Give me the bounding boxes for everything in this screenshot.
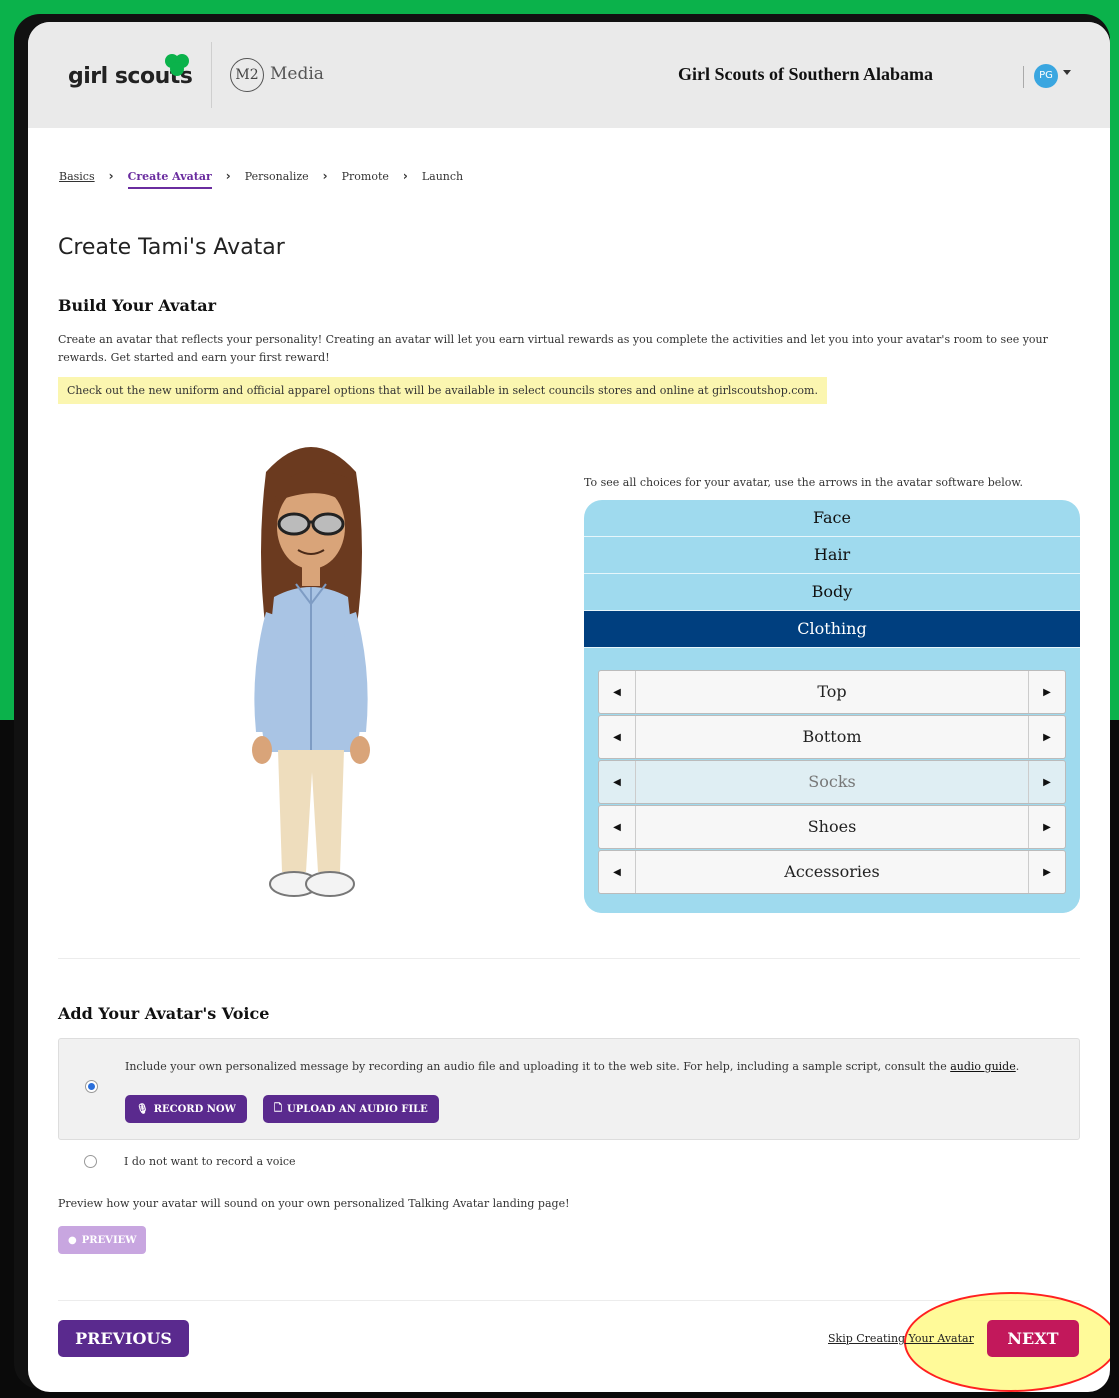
option-row-top: ◀ Top ▶ — [598, 670, 1066, 714]
period: . — [1015, 1060, 1020, 1073]
arrow-right-icon[interactable]: ▶ — [1028, 851, 1065, 893]
tab-face[interactable]: Face — [584, 500, 1080, 537]
avatar-picker: Face Hair Body Clothing ◀ Top ▶ ◀ Bottom… — [584, 500, 1080, 913]
breadcrumb-basics[interactable]: Basics — [59, 170, 95, 183]
option-label: Bottom — [802, 727, 862, 746]
option-row-shoes: ◀ Shoes ▶ — [598, 805, 1066, 849]
arrow-left-icon[interactable]: ◀ — [599, 761, 636, 803]
no-voice-label: I do not want to record a voice — [124, 1155, 296, 1168]
preview-button[interactable]: ● PREVIEW — [58, 1226, 147, 1254]
breadcrumb-create-avatar[interactable]: Create Avatar — [127, 170, 212, 189]
arrow-left-icon[interactable]: ◀ — [599, 806, 636, 848]
top-bar: girl scouts M2 Media Girl Scouts of Sout… — [28, 22, 1110, 128]
trefoil-icon — [165, 54, 189, 76]
option-label: Top — [817, 682, 847, 701]
tab-hair[interactable]: Hair — [584, 537, 1080, 574]
user-avatar[interactable]: PG — [1034, 64, 1058, 88]
chevron-right-icon: › — [322, 169, 328, 183]
skip-avatar-link[interactable]: Skip Creating Your Avatar — [828, 1332, 974, 1345]
record-now-button[interactable]: 🎙 RECORD NOW — [125, 1095, 247, 1123]
council-name: Girl Scouts of Southern Alabama — [678, 64, 934, 84]
tab-clothing[interactable]: Clothing — [584, 611, 1080, 648]
upload-audio-label: UPLOAD AN AUDIO FILE — [287, 1103, 428, 1115]
page-title: Create Tami's Avatar — [58, 235, 285, 260]
m2-logo-text: Media — [270, 64, 324, 84]
breadcrumb: Basics › Create Avatar › Personalize › P… — [59, 169, 477, 189]
breadcrumb-personalize[interactable]: Personalize — [245, 170, 309, 183]
chevron-right-icon: › — [225, 169, 231, 183]
preview-label: PREVIEW — [81, 1234, 137, 1246]
arrow-left-icon[interactable]: ◀ — [599, 716, 636, 758]
radio-no-voice[interactable] — [84, 1155, 97, 1168]
tab-body[interactable]: Body — [584, 574, 1080, 611]
play-circle-icon: ● — [68, 1234, 77, 1246]
arrow-right-icon[interactable]: ▶ — [1028, 716, 1065, 758]
next-button[interactable]: NEXT — [987, 1320, 1079, 1357]
voice-record-text: Include your own personalized message by… — [125, 1060, 1019, 1073]
microphone-icon: 🎙 — [136, 1103, 149, 1115]
voice-option-record: Include your own personalized message by… — [58, 1038, 1080, 1140]
voice-record-desc: Include your own personalized message by… — [125, 1060, 947, 1073]
arrow-left-icon[interactable]: ◀ — [599, 851, 636, 893]
clothing-options: ◀ Top ▶ ◀ Bottom ▶ ◀ Socks ▶ ◀ Shoes ▶ ◀ — [584, 648, 1080, 913]
arrow-right-icon[interactable]: ▶ — [1028, 806, 1065, 848]
option-row-accessories: ◀ Accessories ▶ — [598, 850, 1066, 894]
previous-button[interactable]: PREVIOUS — [58, 1320, 189, 1357]
footer-divider — [58, 1300, 1080, 1301]
header-separator — [1023, 66, 1024, 88]
option-label: Shoes — [807, 817, 857, 836]
logo-divider — [211, 42, 212, 108]
radio-record[interactable] — [85, 1080, 98, 1093]
voice-heading: Add Your Avatar's Voice — [58, 1004, 270, 1023]
option-label: Socks — [808, 772, 856, 791]
file-icon: 🗋 — [274, 1102, 283, 1114]
arrow-right-icon[interactable]: ▶ — [1028, 671, 1065, 713]
breadcrumb-launch[interactable]: Launch — [422, 170, 463, 183]
section-divider — [58, 958, 1080, 959]
apparel-notice: Check out the new uniform and official a… — [58, 377, 827, 404]
avatar-illustration — [252, 447, 370, 897]
chevron-right-icon: › — [108, 169, 114, 183]
record-now-label: RECORD NOW — [153, 1103, 236, 1115]
preview-description: Preview how your avatar will sound on yo… — [58, 1197, 570, 1210]
upload-audio-button[interactable]: 🗋 UPLOAD AN AUDIO FILE — [263, 1095, 439, 1123]
chevron-down-icon[interactable] — [1063, 70, 1071, 75]
option-label: Accessories — [784, 862, 880, 881]
arrow-left-icon[interactable]: ◀ — [599, 671, 636, 713]
option-row-bottom: ◀ Bottom ▶ — [598, 715, 1066, 759]
app-window: girl scouts M2 Media Girl Scouts of Sout… — [28, 22, 1110, 1392]
option-row-socks: ◀ Socks ▶ — [598, 760, 1066, 804]
audio-guide-link[interactable]: audio guide — [950, 1060, 1016, 1073]
chevron-right-icon: › — [402, 169, 408, 183]
arrow-right-icon[interactable]: ▶ — [1028, 761, 1065, 803]
build-intro: Create an avatar that reflects your pers… — [58, 333, 1048, 364]
picker-hint: To see all choices for your avatar, use … — [584, 476, 1024, 489]
m2-logo-badge: M2 — [230, 58, 264, 92]
breadcrumb-promote[interactable]: Promote — [342, 170, 389, 183]
build-heading: Build Your Avatar — [58, 296, 217, 315]
